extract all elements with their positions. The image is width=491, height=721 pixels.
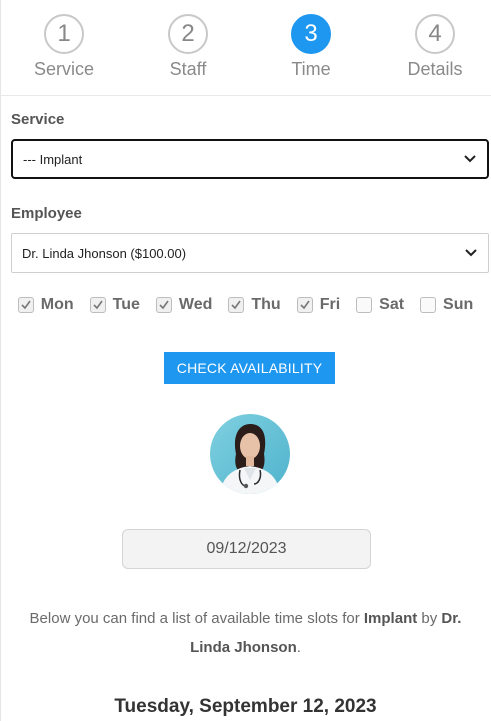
day-tue[interactable]: Tue <box>89 296 140 314</box>
step-number: 3 <box>291 14 331 54</box>
checkbox-checked[interactable] <box>155 297 172 313</box>
employee-avatar <box>210 414 290 494</box>
employee-select-value: Dr. Linda Jhonson ($100.00) <box>22 245 187 261</box>
day-label: Tue <box>112 296 140 313</box>
step-service[interactable]: 1 Service <box>9 14 119 80</box>
day-label: Sun <box>443 296 474 313</box>
info-middle: by <box>417 610 442 627</box>
chevron-down-icon <box>464 246 478 260</box>
step-staff[interactable]: 2 Staff <box>133 14 243 80</box>
day-label: Wed <box>178 296 213 313</box>
step-time[interactable]: 3 Time <box>256 14 366 80</box>
checkbox-checked[interactable] <box>228 297 245 313</box>
chevron-down-icon <box>463 152 477 166</box>
check-availability-button[interactable]: CHECK AVAILABILITY <box>164 352 335 384</box>
service-select-value: --- Implant <box>23 151 83 167</box>
step-label: Staff <box>169 59 207 79</box>
day-sat[interactable]: Sat <box>356 296 404 314</box>
service-label: Service <box>11 111 65 128</box>
day-label: Fri <box>319 296 341 313</box>
left-border <box>0 0 1 721</box>
employee-select[interactable]: Dr. Linda Jhonson ($100.00) <box>11 233 489 273</box>
date-input[interactable]: 09/12/2023 <box>122 529 371 569</box>
booking-stepper: 1 Service 2 Staff 3 Time 4 Details <box>0 0 491 96</box>
step-details[interactable]: 4 Details <box>380 14 490 80</box>
weekday-filter: Mon Tue Wed Thu Fri Sat Sun <box>0 296 491 314</box>
step-number: 4 <box>415 14 455 54</box>
step-number: 2 <box>168 14 208 54</box>
step-number: 1 <box>44 14 84 54</box>
checkbox-checked[interactable] <box>296 297 313 313</box>
day-label: Mon <box>40 296 74 313</box>
day-label: Thu <box>251 296 281 313</box>
info-suffix: . <box>296 639 301 656</box>
info-service: Implant <box>363 610 418 627</box>
day-thu[interactable]: Thu <box>228 296 281 314</box>
step-label: Details <box>407 59 463 79</box>
step-label: Service <box>33 59 95 79</box>
selected-day-heading: Tuesday, September 12, 2023 <box>114 696 377 717</box>
info-prefix: Below you can find a list of available t… <box>29 610 364 627</box>
employee-label: Employee <box>11 205 82 222</box>
day-mon[interactable]: Mon <box>17 296 74 314</box>
step-label: Time <box>291 59 331 79</box>
checkbox-unchecked[interactable] <box>420 297 437 313</box>
day-wed[interactable]: Wed <box>155 296 213 314</box>
checkbox-unchecked[interactable] <box>356 297 373 313</box>
day-label: Sat <box>379 296 405 313</box>
service-select[interactable]: --- Implant <box>11 139 489 179</box>
day-fri[interactable]: Fri <box>296 296 341 314</box>
availability-info: Below you can find a list of available t… <box>15 604 476 662</box>
day-sun[interactable]: Sun <box>420 296 473 314</box>
checkbox-checked[interactable] <box>17 297 34 313</box>
checkbox-checked[interactable] <box>89 297 106 313</box>
